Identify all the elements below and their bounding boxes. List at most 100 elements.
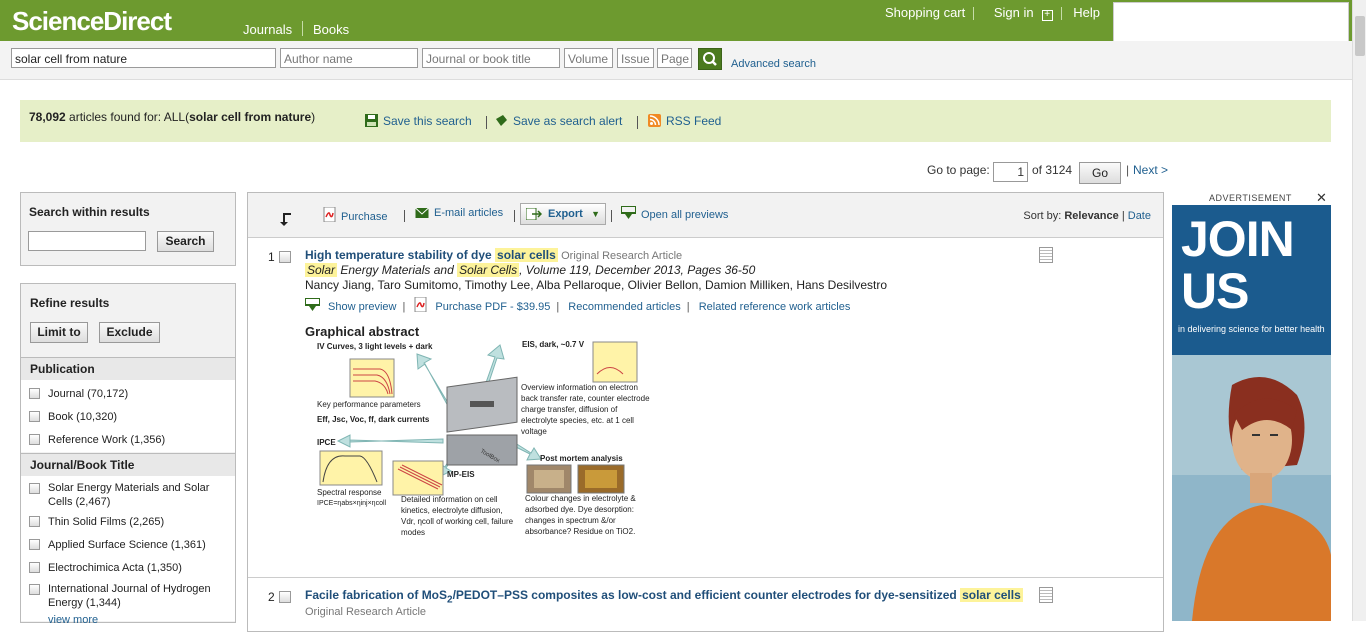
search-within-button[interactable]: Search — [157, 231, 214, 252]
result-title-text: /PEDOT–PSS composites as low-cost and ef… — [452, 588, 961, 602]
result-title-link[interactable]: Facile fabrication of MoS2/PEDOT–PSS com… — [305, 588, 1023, 605]
results-found-label: articles found for: ALL( — [65, 110, 190, 124]
show-preview-link[interactable]: Show preview — [305, 298, 397, 313]
go-to-page-label: Go to page: — [927, 163, 990, 177]
rss-feed-link[interactable]: RSS Feed — [648, 114, 721, 128]
ga-mpeis-label: MP-EIS — [447, 470, 475, 479]
result-title-highlight: solar cells — [960, 588, 1023, 602]
bell-alert-icon — [496, 115, 507, 126]
facet-checkbox[interactable] — [29, 388, 40, 399]
document-icon[interactable] — [1039, 247, 1053, 263]
journal-book-title-heading: Journal/Book Title — [21, 453, 235, 477]
search-submit-button[interactable] — [698, 48, 722, 70]
volume-input[interactable]: Volume — [564, 48, 613, 68]
sciencedirect-logo[interactable]: ScienceDirect — [12, 6, 172, 37]
related-reference-link[interactable]: Related reference work articles — [699, 301, 851, 313]
top-link-divider — [973, 7, 975, 21]
help-link[interactable]: Help — [1073, 5, 1100, 20]
preview-arrow-icon — [621, 206, 636, 219]
next-page-link[interactable]: Next > — [1133, 163, 1168, 177]
go-page-button[interactable]: Go — [1079, 162, 1121, 184]
ga-eis-label: EIS, dark, ~0.7 V — [522, 340, 585, 349]
facet-checkbox[interactable] — [29, 539, 40, 550]
facet-checkbox[interactable] — [29, 516, 40, 527]
exclude-button[interactable]: Exclude — [99, 322, 160, 343]
search-icon — [703, 52, 717, 66]
graphical-abstract[interactable]: ToolBox IV Curves, 3 light levels + dark… — [305, 339, 655, 549]
save-alert-link[interactable]: Save as search alert — [495, 114, 622, 128]
ga-colour-text: Colour changes in electrolyte & adsorbed… — [525, 494, 636, 536]
sort-relevance[interactable]: Relevance — [1064, 210, 1118, 222]
page-input[interactable]: Page — [657, 48, 692, 68]
shopping-cart-link[interactable]: Shopping cart — [885, 5, 965, 20]
limit-to-button[interactable]: Limit to — [30, 322, 88, 343]
nav-books[interactable]: Books — [313, 22, 349, 37]
email-articles-link[interactable]: E-mail articles — [415, 207, 503, 219]
ad-tagline: in delivering science for better health — [1178, 324, 1325, 334]
facet-checkbox[interactable] — [29, 411, 40, 422]
export-dropdown[interactable]: Export ▼ — [520, 203, 606, 225]
pdf-icon — [414, 297, 427, 312]
ad-headline: JOIN US — [1181, 211, 1295, 319]
purchase-link[interactable]: Purchase — [323, 207, 387, 223]
page-number-input[interactable]: 1 — [993, 162, 1028, 182]
advertisement-banner[interactable]: JOIN US in delivering science for better… — [1172, 205, 1331, 621]
publication-heading: Publication — [21, 357, 235, 381]
facet-checkbox[interactable] — [29, 562, 40, 573]
save-search-link[interactable]: Save this search — [365, 114, 472, 128]
purchase-pdf-link[interactable]: Purchase PDF - $39.95 — [414, 297, 550, 313]
results-query: solar cell from nature — [189, 110, 312, 124]
ga-ipce-equation: IPCE=ηabs×ηinj×ηcoll — [317, 500, 387, 507]
facet-hydrogen-energy: International Journal of Hydrogen Energy… — [48, 583, 211, 609]
result-divider — [248, 577, 1163, 578]
facet-applied-surface-science: Applied Surface Science (1,361) — [48, 539, 206, 551]
journal-title-input[interactable]: Journal or book title — [422, 48, 560, 68]
result-checkbox[interactable] — [279, 591, 291, 603]
ga-iv-label: IV Curves, 3 light levels + dark — [317, 342, 433, 351]
sign-in-link[interactable]: Sign in + — [986, 5, 1053, 21]
preview-arrow-icon — [305, 298, 320, 311]
save-search-label: Save this search — [383, 114, 472, 128]
nav-journals[interactable]: Journals — [243, 22, 292, 37]
pager-divider: | — [1126, 163, 1130, 177]
article-type: Original Research Article — [305, 606, 427, 618]
result-journal[interactable]: Solar Energy Materials and Solar Cells, … — [305, 263, 755, 277]
select-all-arrow-icon[interactable] — [278, 211, 294, 227]
show-preview-label: Show preview — [328, 301, 397, 313]
result-checkbox[interactable] — [279, 251, 291, 263]
rss-icon — [648, 114, 661, 127]
save-alert-label: Save as search alert — [513, 114, 623, 128]
view-more-link[interactable]: view more — [48, 613, 228, 627]
facet-checkbox[interactable] — [29, 434, 40, 445]
search-within-panel — [20, 192, 236, 266]
refine-results-title: Refine results — [30, 296, 110, 310]
document-icon[interactable] — [1039, 587, 1053, 603]
sort-by-label: Sort by: — [1023, 210, 1065, 222]
top-link-divider — [1060, 7, 1062, 21]
export-icon — [526, 208, 542, 220]
search-query-input[interactable]: solar cell from nature — [11, 48, 276, 68]
ad-portrait-image — [1172, 355, 1331, 621]
facet-electrochimica-acta: Electrochimica Acta (1,350) — [48, 562, 182, 574]
result-title-link[interactable]: High temperature stability of dye solar … — [305, 248, 682, 262]
scrollbar-thumb[interactable] — [1355, 16, 1365, 56]
page-total: of 3124 — [1032, 163, 1073, 177]
issue-input[interactable]: Issue — [617, 48, 654, 68]
result-number: 2 — [268, 590, 275, 604]
recommended-articles-link[interactable]: Recommended articles — [568, 301, 681, 313]
facet-checkbox[interactable] — [29, 584, 40, 595]
advertisement-label: ADVERTISEMENT — [1209, 193, 1292, 203]
vertical-scrollbar[interactable] — [1352, 0, 1366, 621]
journal-volume: , Volume 119, December 2013, Pages 36-50 — [519, 263, 756, 277]
advanced-search-link[interactable]: Advanced search — [731, 58, 816, 70]
author-name-input[interactable]: Author name — [280, 48, 418, 68]
close-icon[interactable]: ✕ — [1316, 190, 1327, 206]
facet-checkbox[interactable] — [29, 483, 40, 494]
ga-kpp-label: Key performance parameters — [317, 400, 421, 409]
search-within-input[interactable] — [28, 231, 146, 251]
open-all-previews-link[interactable]: Open all previews — [621, 206, 728, 221]
search-within-title: Search within results — [29, 205, 150, 219]
ipce-chart-thumb — [319, 450, 383, 486]
sort-date-link[interactable]: Date — [1128, 210, 1151, 222]
email-icon — [415, 208, 429, 218]
